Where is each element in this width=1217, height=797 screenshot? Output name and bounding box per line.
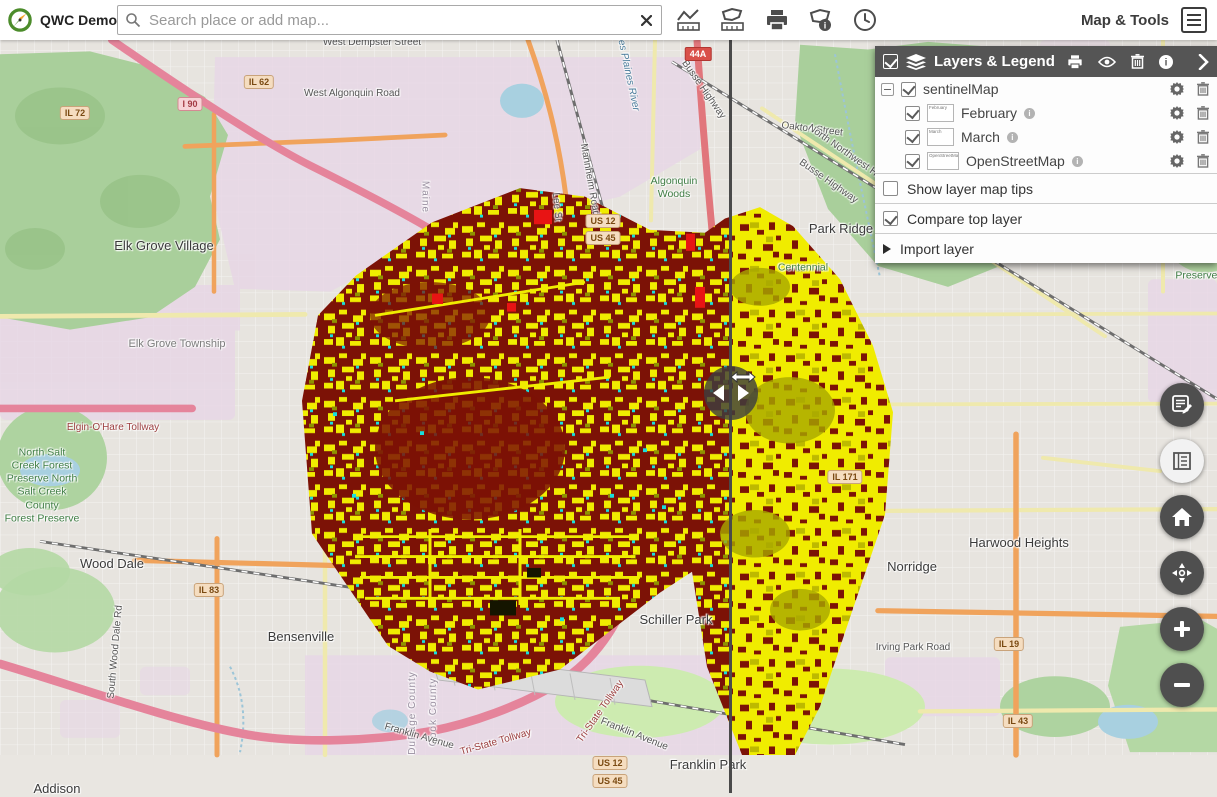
layer-row-sentinelmap[interactable]: sentinelMap — [875, 77, 1217, 101]
layer-checkbox[interactable] — [905, 106, 920, 121]
toolbar: i — [674, 5, 880, 35]
home-button[interactable] — [1160, 495, 1204, 539]
layers-panel-header: Layers & Legend i — [875, 46, 1217, 77]
zoom-in-button[interactable] — [1160, 607, 1204, 651]
search-clear-icon[interactable] — [632, 15, 661, 26]
expand-arrow-icon — [883, 244, 891, 254]
layer-label[interactable]: sentinelMap — [923, 81, 999, 97]
qwc-compass-icon — [8, 7, 32, 33]
search-icon — [118, 12, 145, 28]
app-logo[interactable]: QWC Demo — [0, 7, 117, 33]
layer-label[interactable]: February — [961, 105, 1017, 121]
identify-icon[interactable]: i — [806, 5, 836, 35]
layer-trash-icon[interactable] — [1197, 106, 1209, 120]
document-button[interactable] — [1160, 439, 1204, 483]
menu-button[interactable] — [1181, 7, 1207, 33]
locate-button[interactable] — [1160, 551, 1204, 595]
layer-settings-gear-icon[interactable] — [1170, 106, 1184, 120]
layer-checkbox[interactable] — [901, 82, 916, 97]
measure-area-icon[interactable] — [718, 5, 748, 35]
layers-panel: Layers & Legend i sentinelMap February F… — [875, 46, 1217, 263]
minus-icon — [1172, 675, 1192, 695]
drag-cursor-icon — [730, 370, 756, 384]
slider-left-arrow-icon — [713, 385, 724, 401]
layer-settings-gear-icon[interactable] — [1170, 154, 1184, 168]
panel-info-icon[interactable]: i — [1159, 55, 1173, 69]
panel-title: Layers & Legend — [934, 53, 1055, 70]
layer-info-icon[interactable]: i — [1024, 108, 1035, 119]
maptips-label: Show layer map tips — [907, 181, 1033, 197]
svg-text:i: i — [824, 21, 827, 31]
plus-icon — [1172, 619, 1192, 639]
map-notes-button[interactable] — [1160, 383, 1204, 427]
edit-note-icon — [1171, 394, 1193, 416]
layer-trash-icon[interactable] — [1197, 154, 1209, 168]
import-layer-label: Import layer — [900, 241, 974, 257]
legend-thumbnail: February — [927, 104, 954, 122]
locate-crosshair-icon — [1170, 561, 1194, 585]
legend-thumbnail: OpenStreetMap — [927, 152, 959, 170]
slider-right-arrow-icon — [738, 385, 749, 401]
option-show-map-tips[interactable]: Show layer map tips — [875, 174, 1217, 203]
visibility-eye-icon[interactable] — [1098, 56, 1116, 68]
compare-checkbox[interactable] — [883, 211, 898, 226]
layer-label[interactable]: OpenStreetMap — [966, 153, 1065, 169]
app-title: QWC Demo — [40, 12, 117, 28]
compare-slider-handle[interactable] — [704, 366, 758, 420]
layer-trash-icon[interactable] — [1197, 82, 1209, 96]
layer-info-icon[interactable]: i — [1007, 132, 1018, 143]
layer-info-icon[interactable]: i — [1072, 156, 1083, 167]
measure-line-icon[interactable] — [674, 5, 704, 35]
collapse-panel-chevron-icon[interactable] — [1198, 54, 1209, 70]
search-box — [117, 5, 662, 35]
panel-master-checkbox[interactable] — [883, 54, 898, 69]
layer-row-openstreetmap[interactable]: OpenStreetMap OpenStreetMap i — [875, 149, 1217, 173]
option-compare-top-layer[interactable]: Compare top layer — [875, 204, 1217, 233]
time-icon[interactable] — [850, 5, 880, 35]
layer-trash-icon[interactable] — [1197, 130, 1209, 144]
legend-thumbnail: March — [927, 128, 954, 146]
layer-settings-gear-icon[interactable] — [1170, 82, 1184, 96]
document-list-icon — [1171, 450, 1193, 472]
layer-settings-gear-icon[interactable] — [1170, 130, 1184, 144]
home-icon — [1171, 507, 1193, 527]
topbar: QWC Demo i Map & Tools — [0, 0, 1217, 40]
map-tools-label: Map & Tools — [1081, 12, 1169, 29]
print-icon[interactable] — [762, 5, 792, 35]
compare-label: Compare top layer — [907, 211, 1022, 227]
print-legend-icon[interactable] — [1067, 54, 1083, 70]
search-input[interactable] — [145, 12, 632, 29]
layer-checkbox[interactable] — [905, 130, 920, 145]
svg-text:i: i — [1164, 57, 1167, 68]
import-layer-row[interactable]: Import layer — [875, 234, 1217, 263]
layer-row-february[interactable]: February February i — [875, 101, 1217, 125]
zoom-out-button[interactable] — [1160, 663, 1204, 707]
delete-all-trash-icon[interactable] — [1131, 54, 1144, 69]
group-collapse-icon[interactable] — [881, 83, 894, 96]
maptips-checkbox[interactable] — [883, 181, 898, 196]
layer-label[interactable]: March — [961, 129, 1000, 145]
layer-checkbox[interactable] — [905, 154, 920, 169]
layers-stack-icon — [906, 54, 926, 70]
layer-row-march[interactable]: March March i — [875, 125, 1217, 149]
